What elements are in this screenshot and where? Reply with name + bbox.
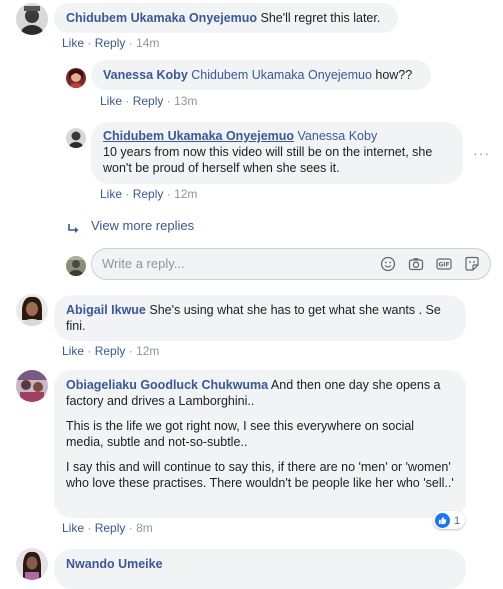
- gif-icon[interactable]: GIF: [436, 256, 452, 272]
- like-link[interactable]: Like: [62, 344, 84, 358]
- separator: ·: [87, 344, 92, 358]
- like-link[interactable]: Like: [100, 187, 122, 201]
- comment-timestamp[interactable]: 14m: [136, 36, 159, 50]
- comment-timestamp[interactable]: 8m: [136, 521, 153, 535]
- avatar-chidubem-small[interactable]: [66, 128, 86, 148]
- reply-link[interactable]: Reply: [95, 344, 126, 358]
- separator: ·: [125, 187, 130, 201]
- comment-timestamp[interactable]: 12m: [136, 344, 159, 358]
- reply-placeholder: Write a reply...: [102, 256, 185, 271]
- avatar-vanessa[interactable]: [66, 68, 86, 88]
- reply-bubble: Vanessa Koby Chidubem Ukamaka Onyejemuo …: [91, 60, 431, 90]
- separator: ·: [128, 344, 133, 358]
- avatar-current-user: [66, 256, 86, 276]
- separator: ·: [87, 521, 92, 535]
- reply-actions: Like · Reply · 13m: [100, 94, 197, 108]
- separator: ·: [125, 94, 130, 108]
- reaction-count: 1: [454, 514, 461, 527]
- like-link[interactable]: Like: [62, 521, 84, 535]
- like-link[interactable]: Like: [62, 36, 84, 50]
- reply-author[interactable]: Chidubem Ukamaka Onyejemuo: [103, 129, 294, 143]
- reply-input[interactable]: Write a reply... GIF: [91, 248, 491, 280]
- avatar-chidubem[interactable]: [16, 3, 48, 35]
- reply-arrow-icon: [68, 221, 80, 233]
- comment-bubble: Nwando Umeike: [54, 549, 466, 589]
- comment-actions: Like · Reply · 12m: [62, 344, 159, 358]
- comment-author[interactable]: Obiageliaku Goodluck Chukwuma: [66, 378, 268, 392]
- gif-label: GIF: [438, 262, 449, 269]
- comment-actions: Like · Reply · 14m: [62, 36, 159, 50]
- avatar-obiageliaku[interactable]: [16, 370, 48, 402]
- separator: ·: [128, 521, 133, 535]
- emoji-icon[interactable]: [380, 256, 396, 272]
- comment-paragraph: I say this and will continue to say this…: [66, 460, 454, 490]
- reply-text: 10 years from now this video will still …: [103, 145, 433, 175]
- separator: ·: [166, 187, 171, 201]
- reply-timestamp[interactable]: 13m: [174, 94, 197, 108]
- reply-timestamp[interactable]: 12m: [174, 187, 197, 201]
- comment-paragraph: Obiageliaku Goodluck Chukwuma And then o…: [66, 377, 454, 409]
- comment-author[interactable]: Nwando Umeike: [66, 557, 163, 571]
- reaction-summary[interactable]: 1: [433, 511, 466, 529]
- avatar-nwando[interactable]: [16, 548, 48, 580]
- comment-author[interactable]: Abigail Ikwue: [66, 303, 146, 317]
- comment-author[interactable]: Chidubem Ukamaka Onyejemuo: [66, 11, 257, 25]
- comment-bubble: Abigail Ikwue She's using what she has t…: [54, 295, 466, 341]
- reply-link[interactable]: Reply: [95, 521, 126, 535]
- camera-icon[interactable]: [408, 256, 424, 272]
- reply-bubble: Chidubem Ukamaka Onyejemuo Vanessa Koby …: [91, 122, 463, 184]
- more-options-icon[interactable]: ···: [473, 145, 490, 161]
- reply-actions: Like · Reply · 12m: [100, 187, 197, 201]
- comment-paragraph: This is the life we got right now, I see…: [66, 419, 415, 449]
- comment-bubble: Chidubem Ukamaka Onyejemuo She'll regret…: [54, 3, 398, 33]
- separator: ·: [166, 94, 171, 108]
- sticker-icon[interactable]: [464, 256, 480, 272]
- reply-author[interactable]: Vanessa Koby: [103, 68, 188, 82]
- separator: ·: [87, 36, 92, 50]
- separator: ·: [128, 36, 133, 50]
- reply-link[interactable]: Reply: [133, 94, 164, 108]
- avatar-abigail[interactable]: [16, 294, 48, 326]
- reply-link[interactable]: Reply: [133, 187, 164, 201]
- reply-mention[interactable]: Vanessa Koby: [298, 129, 378, 143]
- like-link[interactable]: Like: [100, 94, 122, 108]
- comment-actions: Like · Reply · 8m: [62, 521, 153, 535]
- thumbs-up-icon: [435, 513, 450, 528]
- reply-text: how??: [375, 68, 413, 82]
- reply-mention[interactable]: Chidubem Ukamaka Onyejemuo: [191, 68, 372, 82]
- view-more-replies-link[interactable]: View more replies: [91, 218, 194, 233]
- comment-text: She'll regret this later.: [260, 11, 381, 25]
- reply-link[interactable]: Reply: [95, 36, 126, 50]
- comment-bubble: Obiageliaku Goodluck Chukwuma And then o…: [54, 370, 466, 518]
